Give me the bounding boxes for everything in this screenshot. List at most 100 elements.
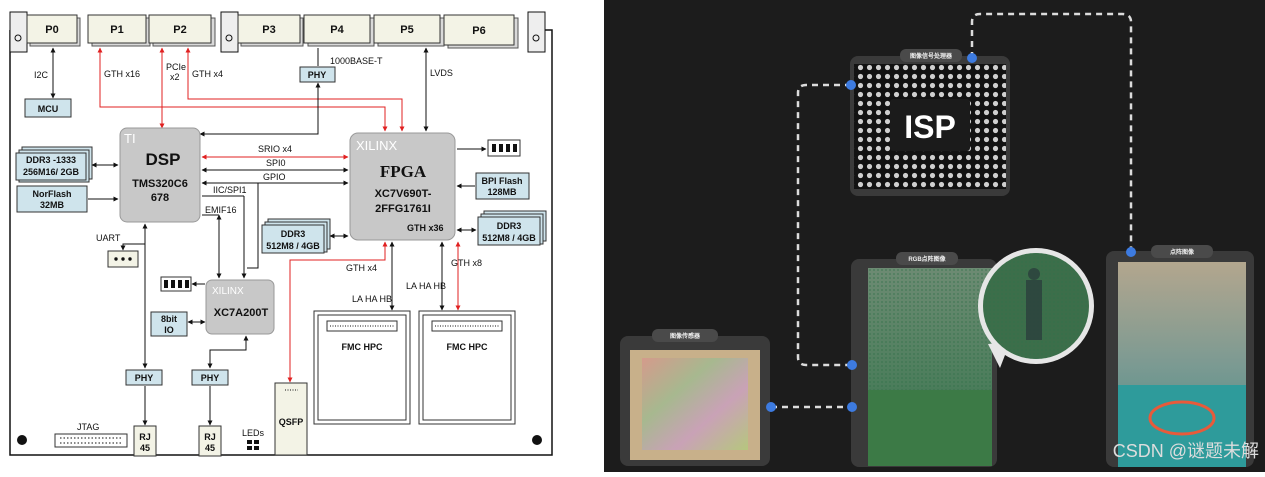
block-diagram-svg: P0 P1 P2 P3 P4 P5 P6 I2C MCU GTH x16 PCI… [9, 11, 553, 457]
final-image: 点阵图像 [1106, 245, 1254, 467]
mount-hole-left [17, 435, 27, 445]
board-block-diagram: P0 P1 P2 P3 P4 P5 P6 I2C MCU GTH x16 PCI… [0, 0, 560, 472]
port-label-p3: P3 [262, 24, 275, 36]
norflash-l2: 32MB [40, 200, 65, 210]
zoom-bubble [978, 248, 1094, 368]
isp-chip: ISP 图像信号处理器 [850, 49, 1010, 196]
phy-small-label: PHY [201, 373, 220, 383]
label-gth-x16: GTH x16 [104, 69, 140, 79]
norflash-l1: NorFlash [32, 189, 71, 199]
rgb-label: RGB点阵图像 [908, 255, 946, 263]
rj2-l1: RJ [204, 432, 216, 442]
fpga-part1: XC7V690T- [375, 188, 432, 200]
dsp-title: DSP [146, 150, 181, 169]
label-jtag: JTAG [77, 422, 99, 432]
dsp-chip: TI DSP TMS320C6 678 [119, 127, 201, 223]
port-label-p1: P1 [110, 24, 123, 36]
port-p2: P2 [148, 14, 216, 47]
small-fpga-chip: XILINX XC7A200T [205, 279, 275, 335]
watermark: CSDN @谜题未解 [1113, 441, 1259, 461]
io-l2: IO [164, 325, 174, 335]
bracket-right [527, 11, 546, 53]
bpi-l1: BPI Flash [481, 176, 522, 186]
small-fpga-brand: XILINX [212, 286, 244, 297]
phy-dsp-label: PHY [135, 373, 154, 383]
mount-hole-right [532, 435, 542, 445]
phy-top-label: PHY [308, 70, 327, 80]
ddr-fpga-right-l2: 512M8 / 4GB [482, 233, 536, 243]
port-p6: P6 [443, 14, 519, 49]
port-p1: P1 [87, 14, 151, 47]
rj1-l2: 45 [140, 443, 150, 453]
label-srio: SRIO x4 [258, 144, 292, 154]
fmc-hpc-1: FMC HPC [313, 310, 411, 425]
fpga-chip: XILINX FPGA XC7V690T- 2FFG1761I GTH x36 [349, 132, 456, 241]
dsp-part1: TMS320C6 [132, 178, 188, 190]
port-label-p0: P0 [45, 24, 58, 36]
label-gth-x4-top: GTH x4 [192, 69, 223, 79]
label-gth-x4: GTH x4 [346, 263, 377, 273]
ddr-fpga-right-l1: DDR3 [497, 221, 522, 231]
port-label-p2: P2 [173, 24, 186, 36]
port-p4: P4 [303, 14, 375, 47]
label-i2c: I2C [34, 70, 49, 80]
port-label-p6: P6 [472, 25, 485, 37]
sensor-label: 图像传感器 [670, 332, 701, 340]
dip-switch-icon [487, 139, 521, 157]
image-sensor: 图像传感器 [620, 329, 770, 466]
fmc2-label: FMC HPC [447, 342, 488, 352]
fmc1-label: FMC HPC [342, 342, 383, 352]
ddr-dsp-l1: DDR3 -1333 [26, 155, 76, 165]
bpi-l2: 128MB [487, 187, 517, 197]
port-connectors: P0 P1 P2 P3 P4 P5 P6 [26, 14, 519, 49]
port-p5: P5 [373, 14, 445, 47]
dip-switch-small-icon [160, 276, 192, 292]
label-laha1: LA HA HB [352, 294, 392, 304]
label-uart: UART [96, 233, 121, 243]
io-l1: 8bit [161, 314, 177, 324]
rj45-small: RJ45 [198, 425, 222, 457]
isp-label: 图像信号处理器 [910, 52, 953, 60]
dsp-part2: 678 [151, 192, 169, 204]
label-laha2: LA HA HB [406, 281, 446, 291]
port-label-p5: P5 [400, 24, 413, 36]
label-spi0: SPI0 [266, 158, 286, 168]
qsfp-label: QSFP [279, 417, 304, 427]
ddr-dsp-box: DDR3 -1333 256M16/ 2GB [15, 146, 93, 183]
ddr-fpga-left-l1: DDR3 [281, 229, 306, 239]
ddr-dsp-l2: 256M16/ 2GB [23, 167, 80, 177]
label-lvds: LVDS [430, 68, 453, 78]
label-1000base: 1000BASE-T [330, 56, 383, 66]
label-gth-x8: GTH x8 [451, 258, 482, 268]
uart-connector [107, 250, 139, 268]
fpga-part2: 2FFG1761I [375, 203, 431, 215]
small-fpga-part: XC7A200T [214, 307, 269, 319]
ddr-fpga-right-box: DDR3 512M8 / 4GB [477, 210, 547, 246]
port-label-p4: P4 [330, 24, 344, 36]
rj2-l2: 45 [205, 443, 215, 453]
isp-pipeline-svg: ISP 图像信号处理器 图像传感器 RGB点阵图像 点阵图像 CSDN @谜题未… [620, 12, 1259, 467]
leds-icon [247, 440, 259, 450]
fpga-gth: GTH x36 [407, 223, 444, 233]
rj1-l1: RJ [139, 432, 151, 442]
jtag-connector [54, 433, 128, 448]
port-p0: P0 [26, 14, 81, 47]
ddr-fpga-left-l2: 512M8 / 4GB [266, 241, 320, 251]
label-x2: x2 [170, 72, 180, 82]
port-p3: P3 [237, 14, 304, 47]
isp-pipeline-panel: ISP 图像信号处理器 图像传感器 RGB点阵图像 点阵图像 CSDN @谜题未… [604, 0, 1265, 472]
rj45-dsp: RJ45 [133, 425, 157, 457]
ddr-fpga-left-box: DDR3 512M8 / 4GB [261, 218, 331, 254]
bracket-left [9, 11, 28, 53]
bracket-mid [220, 11, 239, 53]
isp-text: ISP [904, 109, 956, 145]
mcu-label: MCU [38, 104, 59, 114]
final-label: 点阵图像 [1170, 248, 1195, 256]
label-gpio: GPIO [263, 172, 286, 182]
label-leds: LEDs [242, 428, 265, 438]
rgb-dot-image: RGB点阵图像 [851, 252, 997, 467]
fpga-brand: XILINX [356, 138, 398, 153]
dashed-link-isp-rgb [796, 83, 852, 367]
label-iic: IIC/SPI1 [213, 185, 247, 195]
label-pcie: PCIe [166, 62, 186, 72]
